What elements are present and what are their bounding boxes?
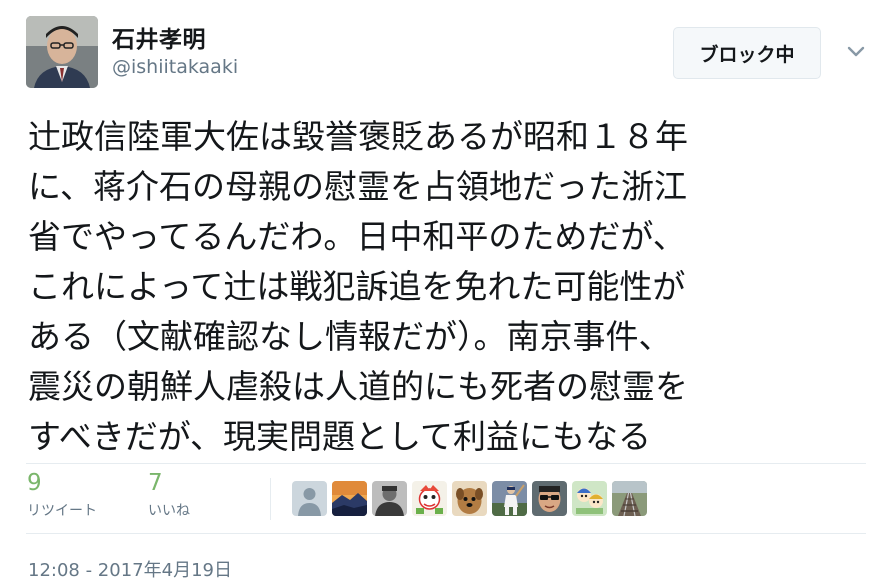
stats-bottom-divider [26,533,866,534]
like-stat[interactable]: 7 いいね [148,468,190,520]
default-avatar-icon[interactable] [292,481,327,516]
retweet-label: リツイート [27,503,97,519]
tweet-text: 辻政信陸軍大佐は毀誉褒貶あるが昭和１８年 に、蒋介石の母親の慰霊を占領地だった浙… [28,112,848,462]
like-count: 7 [148,470,163,496]
tweet-timestamp[interactable]: 12:08 - 2017年4月19日 [28,556,232,582]
tweet-line: 辻政信陸軍大佐は毀誉褒貶あるが昭和１８年 [28,117,688,156]
tweet-line: に、蒋介石の母親の慰霊を占領地だった浙江 [28,167,688,206]
liker-avatar-list [292,481,647,516]
stats-separator [270,478,271,520]
tweet-line: 省でやってるんだわ。日中和平のためだが、 [28,217,686,256]
retweet-count: 9 [27,470,42,496]
retweet-stat[interactable]: 9 リツイート [27,468,97,520]
sunglasses-avatar[interactable] [532,481,567,516]
author-handle[interactable]: @ishiitakaaki [112,56,238,78]
mountain-landscape-avatar[interactable] [332,481,367,516]
stats-top-divider [26,463,866,464]
tweet-line: すべきだが、現実問題として利益にもなる [28,417,652,456]
dog-avatar[interactable] [452,481,487,516]
like-label: いいね [148,503,190,519]
tweet-line: これによって辻は戦犯訴追を免れた可能性が [28,267,686,306]
character-avatar[interactable] [412,481,447,516]
railway-avatar[interactable] [612,481,647,516]
cartoon-avatar[interactable] [572,481,607,516]
author-display-name[interactable]: 石井孝明 [112,20,206,54]
tweet-line: 震災の朝鮮人虐殺は人道的にも死者の慰霊を [28,367,688,406]
baseball-avatar[interactable] [492,481,527,516]
portrait-avatar[interactable] [372,481,407,516]
chevron-down-icon[interactable] [844,40,868,64]
blocked-button[interactable]: ブロック中 [673,27,821,79]
author-avatar[interactable] [26,16,98,88]
tweet-line: ある（文献確認なし情報だが）。南京事件、 [28,317,672,356]
